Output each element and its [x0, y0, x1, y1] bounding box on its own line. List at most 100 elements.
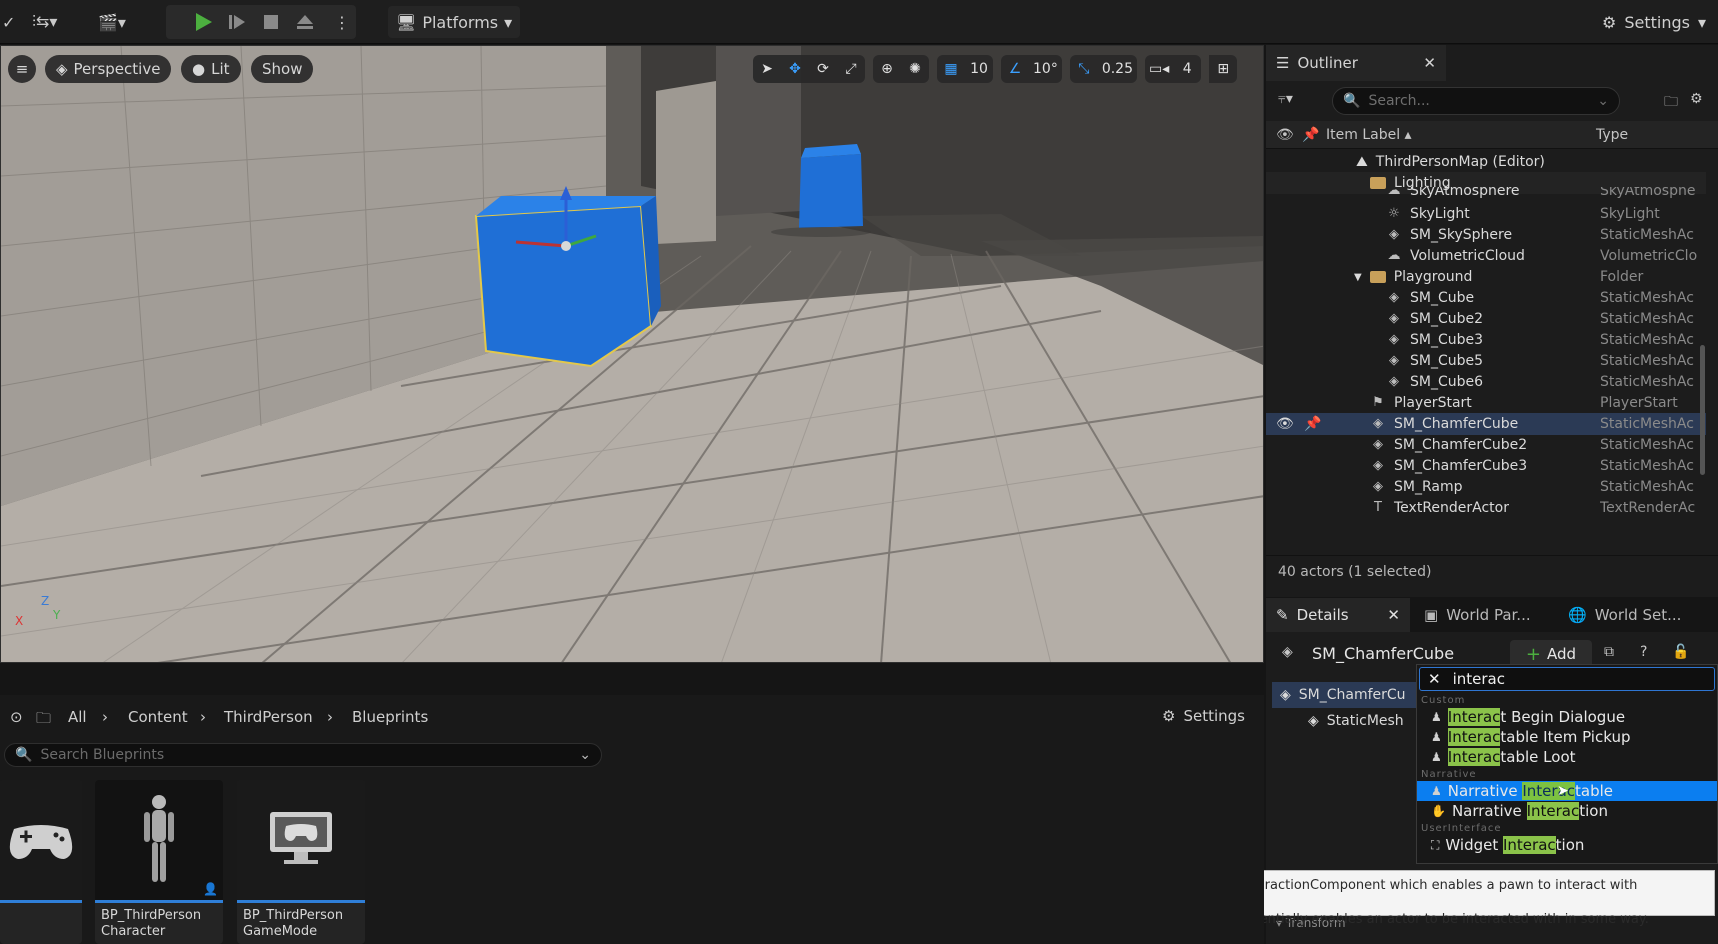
world-space-icon[interactable]: ⊕ [873, 55, 901, 83]
mode-chevron-icon[interactable]: ✓ [2, 10, 15, 34]
play-button[interactable] [188, 7, 218, 37]
more-options-icon[interactable]: ⋮ [334, 10, 350, 34]
row-type: PlayerStart [1600, 395, 1678, 411]
tree-row[interactable]: ◈ SM_Cube3 StaticMeshAc [1266, 329, 1706, 351]
tree-row[interactable]: ◈ SM_ChamferCube2 StaticMeshAc [1266, 434, 1706, 456]
tree-row[interactable]: ◈ SM_Cube5 StaticMeshAc [1266, 350, 1706, 372]
menu-item-narrative-interactable[interactable]: ♟ Narrative Interactable ➤ [1417, 781, 1717, 801]
menu-item-narrative-interaction[interactable]: ✋ Narrative Interaction [1417, 801, 1717, 821]
show-button[interactable]: Show [251, 55, 314, 83]
crumb-thirdperson[interactable]: ThirdPerson [224, 708, 313, 726]
tree-row[interactable]: ⚑ PlayerStart PlayerStart [1266, 392, 1706, 414]
sky-icon: ☁ [1387, 187, 1401, 198]
grid-snap-icon[interactable]: ▦ [937, 55, 965, 83]
tree-row[interactable]: ◈ SM_Ramp StaticMeshAc [1266, 476, 1706, 498]
chevron-down-icon: ▾ [1697, 12, 1706, 32]
crumb-content[interactable]: Content [128, 708, 188, 726]
close-icon[interactable]: ✕ [1423, 54, 1436, 72]
viewport-menu-button[interactable]: ≡ [8, 55, 36, 83]
camera-speed-icon[interactable]: ▭◂ [1145, 55, 1174, 83]
asset-name: BP_ThirdPerson GameMode [243, 908, 343, 940]
tree-row[interactable]: ☁ VolumetricCloud VolumetricClo [1266, 245, 1706, 267]
advance-frame-button[interactable] [222, 7, 252, 37]
stop-button[interactable] [256, 7, 286, 37]
rotation-snap-value[interactable]: 10° [1029, 55, 1062, 83]
component-search-input[interactable]: ✕ interac [1419, 667, 1715, 691]
filter-icon[interactable]: ⫧▾ [1278, 91, 1293, 107]
settings-menu[interactable]: ⚙ Settings ▾ [1602, 6, 1706, 38]
tree-row[interactable]: ◈ SM_ChamferCube3 StaticMeshAc [1266, 455, 1706, 477]
tree-row[interactable]: ◈ SM_SkySphere StaticMeshAc [1266, 224, 1706, 246]
asset-tile-character[interactable]: 👤 BP_ThirdPerson Character [95, 780, 223, 944]
category-narrative: Narrative [1421, 769, 1477, 780]
pin-icon[interactable]: 📌 [1304, 416, 1321, 432]
tab-world-partition[interactable]: ▣ World Par... [1414, 598, 1554, 632]
cinematics-menu-icon[interactable]: 🎬▾ [98, 10, 126, 34]
type-column[interactable]: Type [1596, 127, 1628, 143]
gear-icon[interactable]: ⚙ [1690, 91, 1703, 107]
crumb-blueprints[interactable]: Blueprints [352, 708, 428, 726]
asset-tile[interactable] [0, 780, 82, 944]
tab-world-settings[interactable]: 🌐 World Set... [1558, 598, 1708, 632]
help-icon[interactable]: ? [1640, 644, 1647, 660]
rotate-icon[interactable]: ⟳ [809, 55, 837, 83]
chevron-down-icon: ▾ [504, 12, 513, 32]
row-label: SkyAtmosphere [1410, 187, 1520, 199]
scale-snap-icon[interactable]: ⤡ [1069, 55, 1098, 83]
blueprint-search-input[interactable]: 🔍 Search Blueprints ⌄ [4, 743, 602, 767]
history-icon[interactable]: ⊙ [10, 708, 23, 726]
match-highlight: Interac [1447, 748, 1501, 766]
tree-row[interactable]: ▼ Playground Folder [1266, 266, 1706, 288]
crumb-all[interactable]: All [68, 708, 87, 726]
surface-snap-icon[interactable]: ✺ [901, 55, 929, 83]
eject-button[interactable] [290, 7, 320, 37]
tree-row[interactable]: T TextRenderActor TextRenderAc [1266, 497, 1706, 519]
rotation-snap-icon[interactable]: ∠ [1001, 55, 1029, 83]
translate-icon[interactable]: ✥ [781, 55, 809, 83]
blueprint-icon[interactable]: ⧉ [1604, 644, 1614, 660]
tree-row[interactable]: ◈ SM_Cube StaticMeshAc [1266, 287, 1706, 309]
tree-row[interactable]: ◈ SM_Cube2 StaticMeshAc [1266, 308, 1706, 330]
tab-details[interactable]: ✎ Details ✕ [1266, 598, 1410, 632]
close-icon[interactable]: ✕ [1387, 606, 1400, 624]
menu-item-widget-interaction[interactable]: ⛶ Widget Interaction [1417, 835, 1717, 855]
tree-row[interactable]: ☁ SkyAtmosphere SkyAtmosphe [1266, 187, 1706, 203]
tree-row-selected[interactable]: 👁 📌 ◈ SM_ChamferCube StaticMeshAc [1266, 413, 1706, 435]
menu-item-interactable-item-pickup[interactable]: ♟ Interactable Item Pickup [1417, 727, 1717, 747]
eye-icon[interactable]: 👁 [1276, 416, 1294, 432]
outliner-scrollbar[interactable] [1700, 345, 1705, 475]
item-label-column[interactable]: Item Label ▴ [1326, 127, 1412, 143]
view-mode-button[interactable]: ● Lit [181, 55, 241, 83]
scale-icon[interactable]: ⤢ [837, 55, 865, 83]
expand-arrow-icon[interactable]: ▼ [1354, 272, 1362, 283]
blueprint-menu-icon[interactable]: ⫶⇆▾ [32, 10, 57, 34]
pin-icon[interactable]: 📌 [1302, 127, 1319, 143]
perspective-button[interactable]: ◈ Perspective [45, 55, 172, 83]
outliner-tree: ⛰ ThirdPersonMap (Editor) Lighting ☁ SkyAt… [1266, 151, 1706, 551]
scale-snap-value[interactable]: 0.25 [1097, 55, 1137, 83]
menu-item-interactable-loot[interactable]: ♟ Interactable Loot [1417, 747, 1717, 767]
asset-name-line2: Character [101, 924, 166, 939]
select-mode-icon[interactable]: ➤ [753, 55, 781, 83]
eye-icon[interactable]: 👁 [1276, 127, 1294, 143]
platforms-menu[interactable]: 🖥 Platforms ▾ [388, 6, 521, 38]
menu-item-interact-begin-dialogue[interactable]: ♟ Interact Begin Dialogue [1417, 707, 1717, 727]
clear-icon[interactable]: ✕ [1428, 670, 1441, 688]
tree-row[interactable]: ⛰ ThirdPersonMap (Editor) [1266, 151, 1706, 173]
asset-tile-gamemode[interactable]: BP_ThirdPerson GameMode [237, 780, 365, 944]
row-type: SkyAtmosphe [1600, 187, 1696, 199]
row-label: SM_ChamferCube [1394, 416, 1519, 432]
add-folder-icon[interactable]: 🗀 [1664, 91, 1678, 115]
viewport-layout-icon[interactable]: ⊞ [1209, 55, 1238, 83]
camera-speed-value[interactable]: 4 [1173, 55, 1202, 83]
component-root[interactable]: ◈ SM_ChamferCu [1272, 682, 1422, 708]
level-viewport[interactable]: ≡ ◈ Perspective ● Lit Show ➤ ✥ ⟳ ⤢ ⊕ ✺ ▦… [0, 45, 1264, 663]
tree-row[interactable]: ☼ SkyLight SkyLight [1266, 203, 1706, 225]
content-settings-button[interactable]: ⚙ Settings [1162, 707, 1245, 725]
grid-snap-value[interactable]: 10 [965, 55, 993, 83]
item-label-rest: t Begin Dialogue [1500, 708, 1626, 726]
outliner-search-input[interactable]: 🔍 Search... ⌄ [1332, 87, 1620, 115]
lock-icon[interactable]: 🔓 [1672, 644, 1689, 660]
tab-outliner[interactable]: ☰ Outliner ✕ [1266, 45, 1446, 81]
tree-row[interactable]: ◈ SM_Cube6 StaticMeshAc [1266, 371, 1706, 393]
